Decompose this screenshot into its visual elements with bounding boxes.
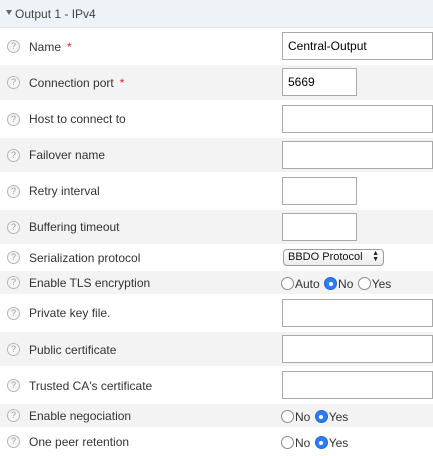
required-asterisk: * xyxy=(119,76,125,90)
form-row-name: ? Name * Central-Output xyxy=(0,29,433,64)
form-row-private-key: ? Private key file. xyxy=(0,296,433,331)
form-row-trusted-ca: ? Trusted CA's certificate xyxy=(0,368,433,403)
help-icon[interactable]: ? xyxy=(7,343,20,356)
help-icon[interactable]: ? xyxy=(7,379,20,392)
negociation-radio-group: No Yes xyxy=(281,409,349,424)
tls-radio-no[interactable] xyxy=(324,277,338,291)
name-input[interactable]: Central-Output xyxy=(282,32,433,60)
help-icon[interactable]: ? xyxy=(7,276,20,289)
help-icon[interactable]: ? xyxy=(7,221,20,234)
tls-radio-yes[interactable] xyxy=(357,277,371,291)
public-certificate-label: Public certificate xyxy=(29,343,117,357)
form-row-failover: ? Failover name xyxy=(0,138,433,173)
help-icon[interactable]: ? xyxy=(7,40,20,53)
section-title: Output 1 - IPv4 xyxy=(15,7,96,21)
private-key-label: Private key file. xyxy=(29,306,111,320)
negociation-radio-no[interactable] xyxy=(281,410,294,424)
negociation-label: Enable negociation xyxy=(29,409,132,423)
tls-option-yes: Yes xyxy=(371,276,392,291)
negociation-option-yes: Yes xyxy=(328,409,349,424)
help-icon[interactable]: ? xyxy=(7,113,20,126)
form-row-connection-port: ? Connection port * 5669 xyxy=(0,65,433,101)
failover-label: Failover name xyxy=(29,148,106,162)
form-row-retry-interval: ? Retry interval xyxy=(0,174,433,209)
required-asterisk: * xyxy=(67,40,72,54)
form-row-buffering-timeout: ? Buffering timeout xyxy=(0,210,433,245)
collapse-triangle-icon[interactable] xyxy=(6,10,12,15)
buffering-timeout-label: Buffering timeout xyxy=(29,220,120,234)
form-row-tls: ? Enable TLS encryption Auto No Yes xyxy=(0,271,433,295)
tls-radio-group: Auto No Yes xyxy=(281,276,392,291)
tls-radio-auto[interactable] xyxy=(281,277,294,291)
form-row-peer-retention: ? One peer retention No Yes xyxy=(0,429,433,455)
peer-retention-radio-group: No Yes xyxy=(281,435,349,450)
private-key-input[interactable] xyxy=(282,299,433,327)
tls-label: Enable TLS encryption xyxy=(29,276,151,290)
peer-retention-label: One peer retention xyxy=(29,435,130,449)
name-label: Name * xyxy=(29,40,72,54)
connection-port-input[interactable]: 5669 xyxy=(282,68,357,96)
buffering-timeout-input[interactable] xyxy=(282,213,357,241)
form-row-public-certificate: ? Public certificate xyxy=(0,332,433,367)
form-row-host: ? Host to connect to xyxy=(0,102,433,137)
trusted-ca-label: Trusted CA's certificate xyxy=(29,379,153,393)
name-label-text: Name xyxy=(29,40,62,54)
retry-interval-label: Retry interval xyxy=(29,184,100,198)
section-header[interactable]: Output 1 - IPv4 xyxy=(0,0,433,28)
negociation-radio-yes[interactable] xyxy=(314,410,328,424)
serialization-select[interactable]: BBDO Protocol ▲ ▼ xyxy=(283,249,384,266)
form-row-serialization: ? Serialization protocol BBDO Protocol ▲… xyxy=(0,246,433,270)
peer-retention-radio-no[interactable] xyxy=(281,436,294,450)
help-icon[interactable]: ? xyxy=(7,307,20,320)
peer-retention-option-yes: Yes xyxy=(328,435,349,450)
tls-option-no: No xyxy=(338,276,354,291)
public-certificate-input[interactable] xyxy=(282,335,433,363)
serialization-label: Serialization protocol xyxy=(29,251,141,265)
retry-interval-input[interactable] xyxy=(282,177,357,205)
help-icon[interactable]: ? xyxy=(7,409,20,422)
help-icon[interactable]: ? xyxy=(7,251,20,264)
form-row-negociation: ? Enable negociation No Yes xyxy=(0,404,433,428)
connection-port-label: Connection port * xyxy=(29,76,124,90)
connection-port-label-text: Connection port xyxy=(29,76,114,90)
negociation-option-no: No xyxy=(295,409,311,424)
help-icon[interactable]: ? xyxy=(7,76,20,89)
serialization-selected: BBDO Protocol xyxy=(288,251,363,263)
trusted-ca-input[interactable] xyxy=(282,371,433,399)
peer-retention-radio-yes[interactable] xyxy=(314,436,328,450)
help-icon[interactable]: ? xyxy=(7,435,20,448)
host-label: Host to connect to xyxy=(29,112,126,126)
help-icon[interactable]: ? xyxy=(7,149,20,162)
peer-retention-option-no: No xyxy=(295,435,311,450)
host-input[interactable] xyxy=(282,105,433,133)
tls-option-auto: Auto xyxy=(295,276,320,291)
failover-input[interactable] xyxy=(282,141,433,169)
help-icon[interactable]: ? xyxy=(7,185,20,198)
select-arrows-icon: ▲ ▼ xyxy=(372,250,379,263)
